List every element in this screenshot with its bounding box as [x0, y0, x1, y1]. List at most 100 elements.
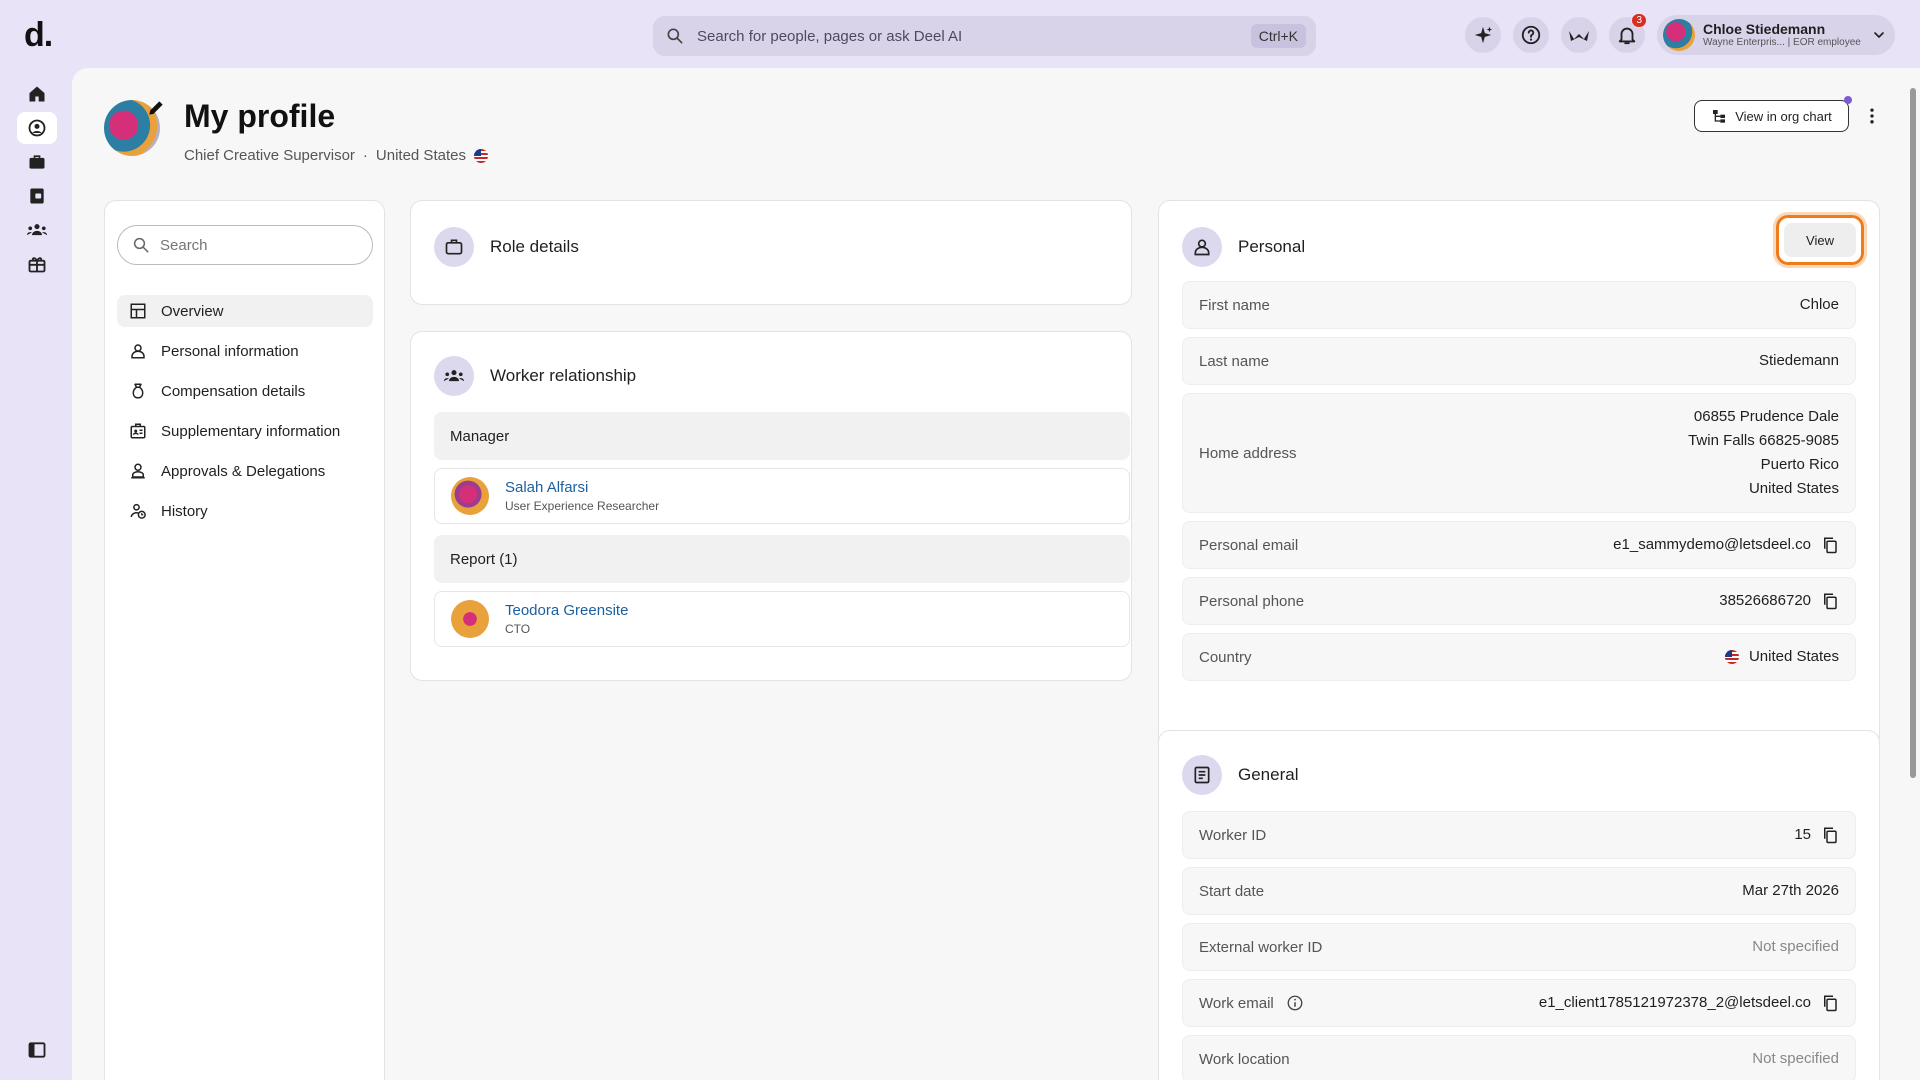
field-label: External worker ID [1199, 938, 1323, 956]
field-label: Work email [1199, 994, 1274, 1012]
help-button[interactable] [1513, 17, 1549, 53]
country-value-wrap: United States [1724, 645, 1839, 669]
view-personal-button[interactable]: View [1784, 223, 1856, 257]
wallet-icon [30, 188, 44, 204]
view-org-chart-label: View in org chart [1735, 108, 1832, 124]
view-org-chart-button[interactable]: View in org chart [1694, 100, 1849, 132]
report-name-link[interactable]: Teodora Greensite [505, 602, 628, 619]
chevron-down-icon [1874, 32, 1884, 38]
deel-ai-button[interactable] [1465, 17, 1501, 53]
help-icon [1521, 25, 1541, 45]
field-label: Personal email [1199, 536, 1299, 554]
rail-profile[interactable] [17, 112, 57, 144]
personal-phone-value-wrap: 38526686720 [1719, 589, 1839, 613]
sidebar-item-overview[interactable]: Overview [117, 295, 373, 327]
worker-relationship-title: Worker relationship [490, 366, 637, 385]
worker-id-value: 15 [1794, 826, 1811, 843]
global-search[interactable]: Search for people, pages or ask Deel AI … [653, 16, 1316, 56]
manager-job-title: User Experience Researcher [505, 499, 660, 513]
deel-logo[interactable]: d. [24, 16, 53, 55]
info-icon[interactable] [1286, 994, 1304, 1012]
page-title: My profile [184, 98, 336, 134]
personal-card: Personal View First name Chloe Last name… [1158, 200, 1880, 773]
person-clock-icon [130, 503, 146, 519]
briefcase-icon [29, 155, 45, 169]
field-label: Home address [1199, 444, 1297, 462]
user-subtitle: Wayne Enterpris... | EOR employee [1703, 37, 1861, 49]
role-details-card[interactable]: Role details [410, 200, 1132, 305]
sidebar-item-approvals-delegations[interactable]: Approvals & Delegations [117, 455, 373, 487]
field-label: Personal phone [1199, 592, 1305, 610]
briefcase-icon [445, 239, 463, 255]
id-card-icon [130, 423, 146, 439]
edit-pencil-icon[interactable] [146, 98, 166, 118]
work-email-value: e1_client1785121972378_2@letsdeel.co [1538, 994, 1811, 1011]
report-row[interactable]: Teodora Greensite CTO [434, 591, 1130, 647]
money-bag-icon [132, 383, 144, 399]
manager-name-link[interactable]: Salah Alfarsi [505, 479, 659, 496]
home-address-row: Home address 06855 Prudence Dale Twin Fa… [1182, 393, 1856, 513]
role-details-icon-wrap [434, 227, 474, 267]
home-address-value: 06855 Prudence Dale Twin Falls 66825-908… [1688, 405, 1839, 501]
notifications-button[interactable]: 3 [1609, 13, 1647, 53]
copy-icon[interactable] [1821, 826, 1839, 844]
profile-nav-search-input[interactable] [160, 236, 350, 254]
start-date-value: Mar 27th 2026 [1742, 882, 1839, 899]
rail-home[interactable] [17, 78, 57, 110]
manager-row[interactable]: Salah Alfarsi User Experience Researcher [434, 468, 1130, 524]
first-name-value: Chloe [1799, 296, 1839, 313]
mustache-icon [1569, 31, 1589, 41]
sparkle-icon [1474, 26, 1493, 44]
profile-country: United States [375, 147, 466, 164]
job-title: Chief Creative Supervisor [184, 147, 355, 164]
sidebar-item-personal-information[interactable]: Personal information [117, 335, 373, 367]
page-scrollbar[interactable] [1906, 68, 1920, 1080]
worker-id-value-wrap: 15 [1794, 823, 1839, 847]
sidebar-item-label: Compensation details [161, 382, 306, 400]
people-icon [443, 370, 465, 382]
field-label: Work location [1199, 1050, 1290, 1068]
sidebar-item-label: Supplementary information [161, 422, 341, 440]
personal-email-value-wrap: e1_sammydemo@letsdeel.co [1613, 533, 1839, 557]
user-circle-icon [28, 119, 46, 137]
work-location-row: Work location Not specified [1182, 1035, 1856, 1080]
sidebar-item-label: History [161, 502, 208, 520]
external-worker-id-value: Not specified [1752, 938, 1839, 955]
field-label: Start date [1199, 882, 1265, 900]
user-menu[interactable]: Chloe Stiedemann Wayne Enterpris... | EO… [1657, 15, 1895, 55]
address-line: 06855 Prudence Dale [1693, 408, 1839, 425]
country-row: Country United States [1182, 633, 1856, 681]
copy-icon[interactable] [1821, 592, 1839, 610]
org-chart-icon [1713, 110, 1726, 123]
profile-nav-search[interactable] [117, 225, 373, 265]
rail-collapse-toggle[interactable] [17, 1034, 57, 1066]
gift-icon [28, 257, 46, 273]
sidebar-item-compensation-details[interactable]: Compensation details [117, 375, 373, 407]
perks-button[interactable] [1561, 17, 1597, 53]
user-avatar [1663, 19, 1695, 51]
rail-people[interactable] [17, 214, 57, 246]
people-icon [26, 224, 48, 236]
general-icon-wrap [1182, 755, 1222, 795]
copy-icon[interactable] [1821, 994, 1839, 1012]
personal-email-row: Personal email e1_sammydemo@letsdeel.co [1182, 521, 1856, 569]
person-stamp-icon [131, 463, 145, 479]
sidebar-toggle-icon [28, 1042, 46, 1058]
external-worker-id-row: External worker ID Not specified [1182, 923, 1856, 971]
new-feature-dot [1844, 96, 1852, 104]
report-job-title: CTO [505, 622, 531, 636]
more-options-icon[interactable] [1862, 106, 1882, 126]
document-icon [1194, 766, 1210, 784]
field-label: Last name [1199, 352, 1270, 370]
rail-work[interactable] [17, 146, 57, 178]
rail-benefits[interactable] [17, 248, 57, 280]
copy-icon[interactable] [1821, 536, 1839, 554]
sidebar-item-supplementary-information[interactable]: Supplementary information [117, 415, 373, 447]
left-rail [0, 68, 72, 1080]
search-placeholder: Search for people, pages or ask Deel AI [697, 27, 963, 45]
personal-email-value: e1_sammydemo@letsdeel.co [1613, 536, 1811, 553]
rail-wallet[interactable] [17, 180, 57, 212]
scrollbar-thumb[interactable] [1910, 88, 1916, 778]
sidebar-item-history[interactable]: History [117, 495, 373, 527]
worker-relationship-card: Worker relationship Manager Salah Alfars… [410, 331, 1132, 681]
